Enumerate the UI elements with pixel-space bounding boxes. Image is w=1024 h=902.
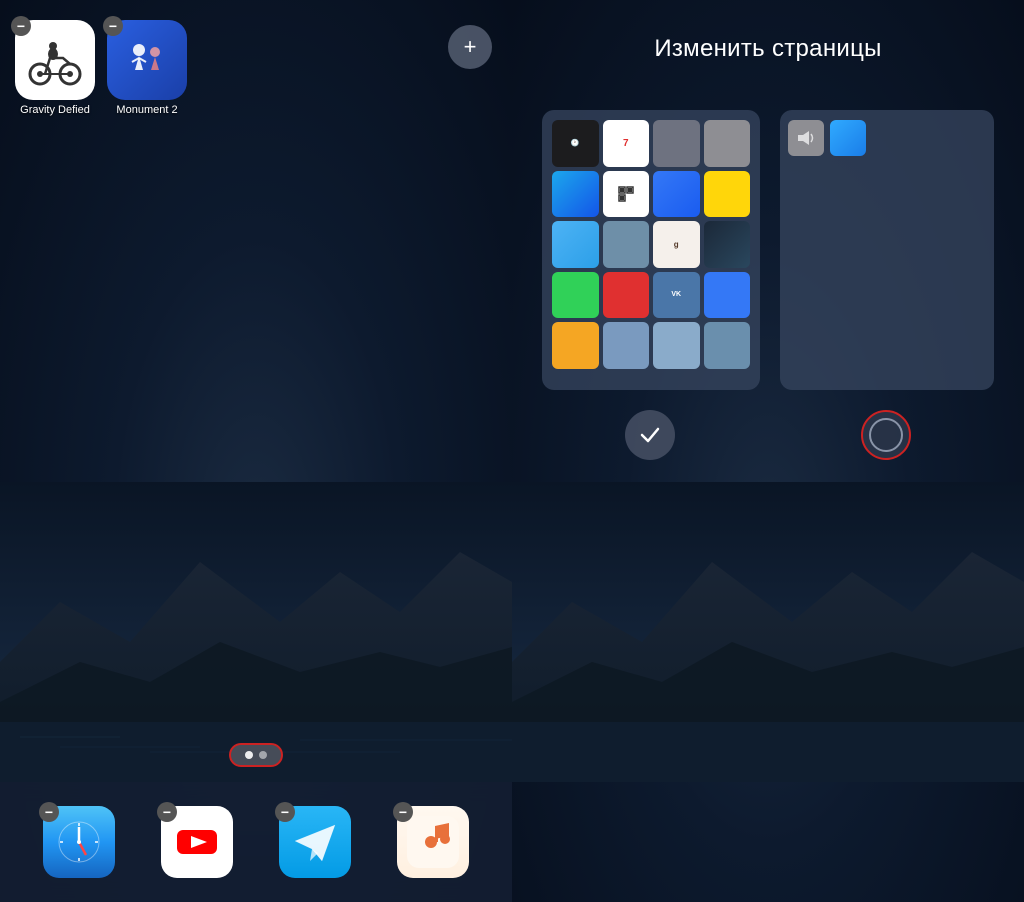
- remove-badge-gravity[interactable]: −: [11, 16, 31, 36]
- dots-container[interactable]: [229, 743, 283, 767]
- mini-app-files: [552, 221, 599, 268]
- main-page-thumbnail[interactable]: 🕐 7 g VK: [542, 110, 760, 390]
- mini-app-appstore: [552, 171, 599, 218]
- app-item-monument[interactable]: − Monument 2: [107, 20, 187, 116]
- mountain-background-left: [0, 482, 512, 782]
- gravity-defied-label: Gravity Defied: [20, 104, 90, 116]
- dot-1[interactable]: [245, 751, 253, 759]
- right-panel: Изменить страницы 🕐 7 g VK: [512, 0, 1024, 902]
- mini-app-blue: [704, 272, 751, 319]
- mountain-background-right: [512, 482, 1024, 782]
- monument-label: Monument 2: [116, 104, 177, 116]
- mini-app-steam: [704, 221, 751, 268]
- mini-app-folder1: [653, 120, 700, 167]
- mini-app-calendar: 7: [603, 120, 650, 167]
- mini-app-folder4: [653, 322, 700, 369]
- dock: − −: [0, 782, 512, 902]
- dock-item-scrobbler[interactable]: −: [397, 806, 469, 878]
- mini-app-messages: [552, 272, 599, 319]
- remove-badge-telegram[interactable]: −: [275, 802, 295, 822]
- circle-button[interactable]: [861, 410, 911, 460]
- mini-app-notes: [704, 171, 751, 218]
- telegram-svg: [290, 817, 340, 867]
- mini-app-mail: [653, 171, 700, 218]
- remove-badge-monument[interactable]: −: [103, 16, 123, 36]
- safari-svg: [54, 817, 104, 867]
- monument-svg: [117, 30, 177, 90]
- mini-app-clock: 🕐: [552, 120, 599, 167]
- circle-inner: [869, 418, 903, 452]
- page-dots[interactable]: [229, 743, 283, 767]
- app-grid: − Gravity Defied −: [15, 20, 187, 116]
- mini-app-folder3: [603, 322, 650, 369]
- app-item-gravity-defied[interactable]: − Gravity Defied: [15, 20, 95, 116]
- mini-app-blue-app: [830, 120, 866, 156]
- mini-app-folder5: [704, 322, 751, 369]
- youtube-svg: [171, 816, 223, 868]
- checkmark-container[interactable]: [542, 410, 758, 460]
- page-controls: [542, 410, 994, 460]
- mini-app-speaker: [788, 120, 824, 156]
- gravity-defied-svg: [25, 30, 85, 90]
- mini-app-goodreads: g: [653, 221, 700, 268]
- mini-app-yellow: [552, 322, 599, 369]
- checkmark-button[interactable]: [625, 410, 675, 460]
- add-page-button[interactable]: +: [448, 25, 492, 69]
- dock-item-safari[interactable]: −: [43, 806, 115, 878]
- remove-badge-scrobbler[interactable]: −: [393, 802, 413, 822]
- left-panel: − Gravity Defied −: [0, 0, 512, 902]
- dot-2[interactable]: [259, 751, 267, 759]
- mini-app-folder2: [603, 221, 650, 268]
- page-title: Изменить страницы: [512, 35, 1024, 63]
- mini-app-red: [603, 272, 650, 319]
- mini-app-vk: VK: [653, 272, 700, 319]
- circle-btn-container[interactable]: [778, 410, 994, 460]
- scrobbler-svg: [407, 816, 459, 868]
- mini-app-qr: [603, 171, 650, 218]
- second-page-thumbnail[interactable]: [780, 110, 994, 390]
- pages-container: 🕐 7 g VK: [542, 110, 994, 390]
- dock-item-telegram[interactable]: −: [279, 806, 351, 878]
- remove-badge-safari[interactable]: −: [39, 802, 59, 822]
- mini-app-settings: [704, 120, 751, 167]
- remove-badge-youtube[interactable]: −: [157, 802, 177, 822]
- dock-item-youtube[interactable]: −: [161, 806, 233, 878]
